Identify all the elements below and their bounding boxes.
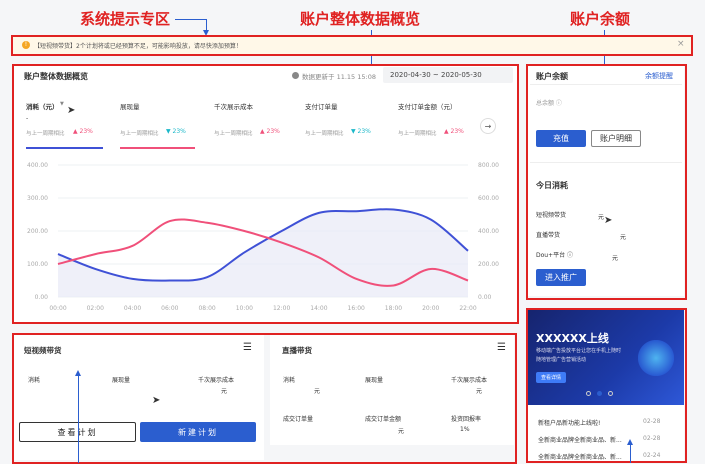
y-tick-label-left: 200.00: [27, 228, 48, 235]
today-row-label: Dou+平台 ⓘ: [536, 252, 574, 259]
annotation-connector: [78, 375, 79, 463]
stat-value: 1%: [460, 426, 470, 433]
banner-graphic: [638, 340, 674, 376]
divider: [530, 162, 682, 163]
menu-icon[interactable]: ☰: [497, 342, 506, 353]
news-date: 02-28: [643, 418, 661, 425]
x-tick-label: 04:00: [124, 305, 141, 312]
annotation-arrow: [75, 370, 81, 376]
stat-value: 元: [476, 388, 483, 395]
carousel-dot[interactable]: [586, 391, 591, 396]
stat-value: 元: [221, 388, 228, 395]
x-tick-label: 08:00: [198, 305, 215, 312]
balance-reminder-link[interactable]: 余额提醒: [645, 71, 673, 81]
x-tick-label: 06:00: [161, 305, 178, 312]
y-tick-label-left: 0.00: [35, 294, 49, 301]
stat-label: 展现量: [365, 377, 384, 384]
enter-promotion-button[interactable]: 进入推广: [536, 269, 586, 286]
x-tick-label: 18:00: [385, 305, 402, 312]
news-item[interactable]: 新租户品新功能上线啦!: [538, 418, 600, 427]
stat-label: 成交订单金额: [365, 416, 402, 423]
y-tick-label-right: 0.00: [478, 294, 492, 301]
recharge-button[interactable]: 充值: [536, 130, 586, 147]
y-tick-label-right: 200.00: [478, 261, 499, 268]
x-tick-label: 12:00: [273, 305, 290, 312]
today-row-value: 元: [620, 234, 627, 241]
x-tick-label: 00:00: [49, 305, 66, 312]
stat-label: 消耗: [28, 377, 41, 384]
account-detail-button[interactable]: 账户明细: [591, 130, 641, 147]
balance-title: 账户余额: [536, 72, 568, 81]
stat-label: 消耗: [283, 377, 296, 384]
today-row-label: 短视频带货: [536, 212, 567, 219]
x-tick-label: 14:00: [310, 305, 327, 312]
y-tick-label-left: 400.00: [27, 162, 48, 169]
y-tick-label-left: 100.00: [27, 261, 48, 268]
x-tick-label: 16:00: [348, 305, 365, 312]
carousel-dot-active[interactable]: [597, 391, 602, 396]
menu-icon[interactable]: ☰: [243, 342, 252, 353]
divider: [530, 84, 682, 85]
y-tick-label-left: 300.00: [27, 195, 48, 202]
today-row-value: 元: [612, 255, 619, 262]
news-item[interactable]: 全新商业品牌全新商业品、新...: [538, 435, 622, 444]
cursor-icon: ➤: [604, 215, 613, 226]
carousel-dot[interactable]: [608, 391, 613, 396]
y-tick-label-right: 800.00: [478, 162, 499, 169]
x-tick-label: 20:00: [422, 305, 439, 312]
x-tick-label: 02:00: [87, 305, 104, 312]
short-video-title: 短视频带货: [24, 346, 62, 355]
annotation-connector: [630, 444, 631, 463]
y-tick-label-right: 400.00: [478, 228, 499, 235]
create-plan-button[interactable]: 新建计划: [140, 422, 256, 442]
stat-label: 千次展示成本: [198, 377, 235, 384]
banner-title: XXXXXX上线: [536, 332, 609, 345]
banner-line: 移动端广告投放平台让您在手机上随时: [536, 348, 622, 354]
news-date: 02-28: [643, 435, 661, 442]
today-row-label: 直播带货: [536, 232, 561, 239]
x-tick-label: 22:00: [459, 305, 476, 312]
stat-label: 投资回报率: [451, 416, 482, 423]
annotation-arrow: [627, 439, 633, 445]
stat-label: 千次展示成本: [451, 377, 488, 384]
news-date: 02-24: [643, 452, 661, 459]
today-cost-title: 今日消耗: [536, 181, 568, 190]
total-balance-label: 总余额 ⓘ: [536, 100, 562, 107]
cursor-icon: ➤: [152, 395, 161, 406]
stat-label: 成交订单量: [283, 416, 314, 423]
banner-line: 随地管理广告营销活动: [536, 357, 587, 363]
news-item[interactable]: 全新商业品牌全新商业品、新...: [538, 452, 622, 461]
y-tick-label-right: 600.00: [478, 195, 499, 202]
stat-value: 元: [398, 428, 405, 435]
carousel-dots[interactable]: [586, 391, 613, 396]
stat-value: 元: [314, 388, 321, 395]
live-title: 直播带货: [282, 346, 312, 355]
area-fill: [58, 209, 468, 297]
stat-label: 展现量: [112, 377, 131, 384]
x-tick-label: 10:00: [236, 305, 253, 312]
banner-detail-button[interactable]: 查看详情: [536, 372, 566, 383]
